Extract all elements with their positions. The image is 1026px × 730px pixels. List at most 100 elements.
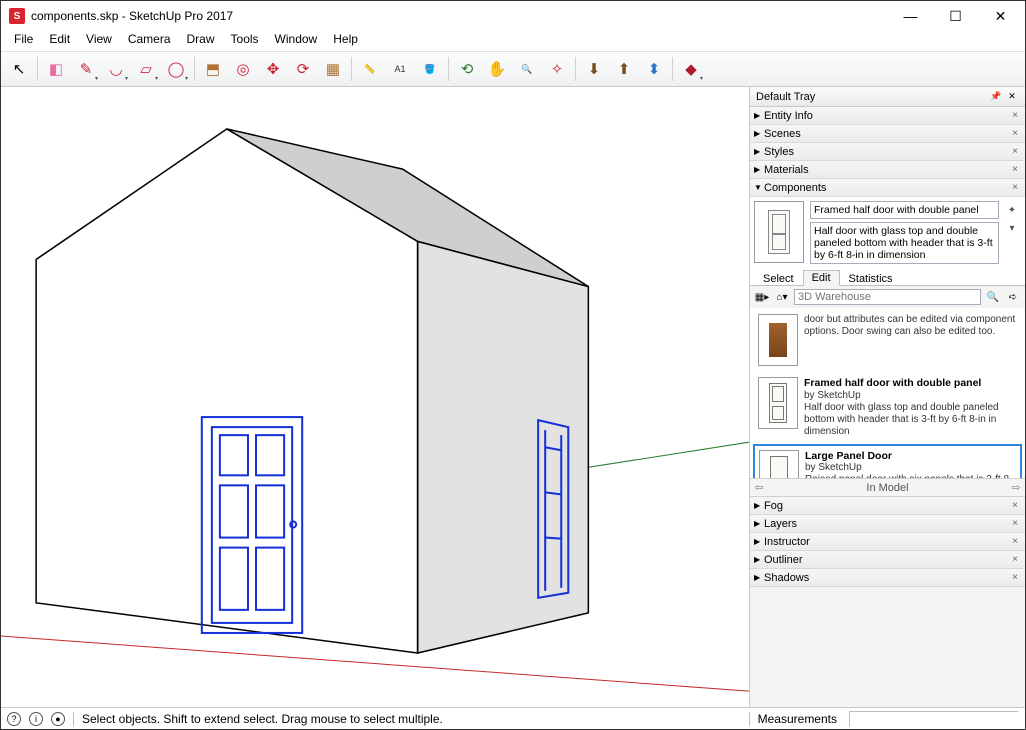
get-models-tool[interactable]: ⬇ <box>580 55 608 83</box>
panel-close-icon[interactable]: × <box>1009 518 1021 529</box>
measurements-input[interactable] <box>849 711 1019 727</box>
tab-select[interactable]: Select <box>754 271 803 286</box>
close-button[interactable]: ✕ <box>978 2 1023 31</box>
view-mode-icon[interactable]: ▦▸ <box>754 289 770 305</box>
pencil-tool[interactable]: ✎ <box>72 55 100 83</box>
panel-close-icon[interactable]: × <box>1009 128 1021 139</box>
expand-icon: ▶ <box>754 555 764 564</box>
component-item-description: door but attributes can be edited via co… <box>804 314 1017 338</box>
menubar: FileEditViewCameraDrawToolsWindowHelp <box>1 31 1025 51</box>
app-icon: S <box>9 8 25 24</box>
panel-layers[interactable]: ▶Layers× <box>750 515 1025 533</box>
viewport-3d[interactable] <box>1 87 749 707</box>
info-icon[interactable]: i <box>29 712 43 726</box>
expand-icon: ▶ <box>754 501 764 510</box>
component-item-author: by SketchUp <box>804 390 1017 402</box>
menu-window[interactable]: Window <box>268 31 325 51</box>
panel-close-icon[interactable]: × <box>1009 500 1021 511</box>
share-model-tool[interactable]: ⬆ <box>610 55 638 83</box>
expand-icon: ▶ <box>754 111 764 120</box>
expand-icon: ▶ <box>754 147 764 156</box>
circle-tool[interactable]: ◯ <box>162 55 190 83</box>
toolbar-separator <box>448 57 449 81</box>
measurements-label: Measurements <box>758 712 837 726</box>
component-item[interactable]: Large Panel Doorby SketchUpRaised panel … <box>753 444 1022 478</box>
home-icon[interactable]: ⌂▾ <box>774 289 790 305</box>
add-location-tool[interactable]: ⬍ <box>640 55 668 83</box>
menu-edit[interactable]: Edit <box>42 31 77 51</box>
minimize-button[interactable]: — <box>888 2 933 31</box>
zoom-extents-tool[interactable]: ✧ <box>543 55 571 83</box>
scale-tool[interactable]: ▦ <box>319 55 347 83</box>
text-tool[interactable]: A1 <box>386 55 414 83</box>
component-item-author: by SketchUp <box>805 462 1016 474</box>
paint-bucket-tool[interactable]: 🪣 <box>416 55 444 83</box>
zoom-tool[interactable]: 🔍 <box>513 55 541 83</box>
menu-tools[interactable]: Tools <box>224 31 266 51</box>
panel-close-icon[interactable]: × <box>1009 146 1021 157</box>
component-description-input[interactable]: Half door with glass top and double pane… <box>810 222 999 264</box>
search-icon[interactable]: 🔍 <box>985 289 1001 305</box>
eraser-tool[interactable]: ◧ <box>42 55 70 83</box>
panel-materials[interactable]: ▶Materials× <box>750 161 1025 179</box>
menu-view[interactable]: View <box>79 31 119 51</box>
menu-help[interactable]: Help <box>326 31 365 51</box>
component-options-icon[interactable]: ▾ <box>1005 221 1019 235</box>
panel-shadows[interactable]: ▶Shadows× <box>750 569 1025 587</box>
expand-icon: ▶ <box>754 129 764 138</box>
select-tool[interactable]: ↖ <box>5 55 33 83</box>
panel-close-icon[interactable]: × <box>1009 182 1021 193</box>
panel-scenes[interactable]: ▶Scenes× <box>750 125 1025 143</box>
warehouse-search-input[interactable] <box>794 289 981 305</box>
component-tabs: SelectEditStatistics <box>750 268 1025 286</box>
panel-components[interactable]: ▼Components× <box>750 179 1025 197</box>
panel-close-icon[interactable]: × <box>1009 536 1021 547</box>
offset-tool[interactable]: ◎ <box>229 55 257 83</box>
forward-icon[interactable]: ➪ <box>1005 289 1021 305</box>
select-instance-icon[interactable]: ✦ <box>1005 203 1019 217</box>
rectangle-tool[interactable]: ▱ <box>132 55 160 83</box>
panel-fog[interactable]: ▶Fog× <box>750 497 1025 515</box>
components-panel-body: Half door with glass top and double pane… <box>750 197 1025 497</box>
panel-close-icon[interactable]: × <box>1009 554 1021 565</box>
push-pull-tool[interactable]: ⬒ <box>199 55 227 83</box>
pin-icon[interactable]: 📌 <box>989 90 1003 104</box>
arc-tool[interactable]: ◡ <box>102 55 130 83</box>
help-icon[interactable]: ? <box>7 712 21 726</box>
toolbar-separator <box>194 57 195 81</box>
panel-close-icon[interactable]: × <box>1009 110 1021 121</box>
tab-edit[interactable]: Edit <box>803 270 840 286</box>
component-item-description: Half door with glass top and double pane… <box>804 402 1017 438</box>
menu-file[interactable]: File <box>7 31 40 51</box>
nav-back-icon[interactable]: ⇦ <box>750 481 768 494</box>
component-name-input[interactable] <box>810 201 999 219</box>
default-tray: Default Tray 📌 ✕ ▶Entity Info×▶Scenes×▶S… <box>749 87 1025 707</box>
maximize-button[interactable]: ☐ <box>933 2 978 31</box>
component-item-name: Large Panel Door <box>805 450 1016 463</box>
tray-close-icon[interactable]: ✕ <box>1005 90 1019 104</box>
toolbar-separator <box>575 57 576 81</box>
panel-styles[interactable]: ▶Styles× <box>750 143 1025 161</box>
user-icon[interactable]: ● <box>51 712 65 726</box>
panel-instructor[interactable]: ▶Instructor× <box>750 533 1025 551</box>
toolbar-separator <box>351 57 352 81</box>
nav-forward-icon[interactable]: ⇨ <box>1007 481 1025 494</box>
component-item-thumbnail <box>758 314 798 366</box>
panel-entity-info[interactable]: ▶Entity Info× <box>750 107 1025 125</box>
titlebar: S components.skp - SketchUp Pro 2017 — ☐… <box>1 1 1025 31</box>
orbit-tool[interactable]: ⟲ <box>453 55 481 83</box>
tab-statistics[interactable]: Statistics <box>840 271 902 286</box>
extension-warehouse-tool[interactable]: ◆ <box>677 55 705 83</box>
rotate-tool[interactable]: ⟳ <box>289 55 317 83</box>
tape-measure-tool[interactable]: 📏 <box>356 55 384 83</box>
pan-tool[interactable]: ✋ <box>483 55 511 83</box>
panel-close-icon[interactable]: × <box>1009 572 1021 583</box>
move-tool[interactable]: ✥ <box>259 55 287 83</box>
menu-camera[interactable]: Camera <box>121 31 178 51</box>
panel-close-icon[interactable]: × <box>1009 164 1021 175</box>
component-item-name: Framed half door with double panel <box>804 377 1017 390</box>
component-item[interactable]: door but attributes can be edited via co… <box>753 309 1022 371</box>
menu-draw[interactable]: Draw <box>180 31 222 51</box>
panel-outliner[interactable]: ▶Outliner× <box>750 551 1025 569</box>
component-item[interactable]: Framed half door with double panelby Ske… <box>753 372 1022 443</box>
